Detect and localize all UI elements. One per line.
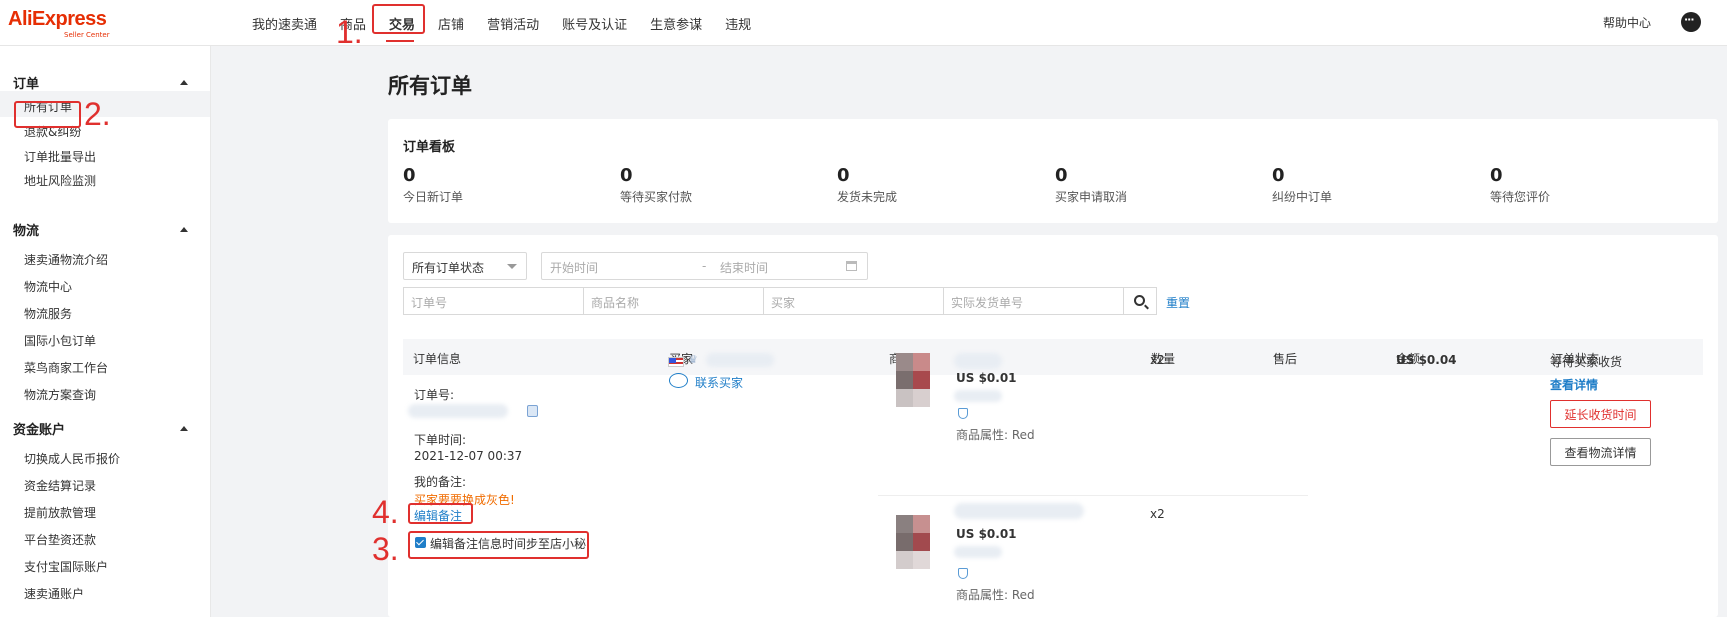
reset-link[interactable]: 重置: [1166, 294, 1190, 311]
sidebar-group-funds[interactable]: 资金账户: [13, 419, 65, 438]
tracking-no-input[interactable]: 实际发货单号: [943, 287, 1124, 315]
annotation-box-edit-note: [408, 503, 473, 524]
order-time-label: 下单时间:: [414, 433, 467, 447]
sidebar-item-batch-export[interactable]: 订单批量导出: [24, 148, 96, 165]
crown-icon: ♛: [688, 353, 698, 366]
nav-my-aliexpress[interactable]: 我的速卖通: [252, 14, 317, 33]
start-date[interactable]: 开始时间: [550, 259, 598, 276]
sidebar-item-address-risk[interactable]: 地址风险监测: [24, 172, 96, 189]
calendar-icon: [846, 261, 857, 271]
order-board-title: 订单看板: [403, 140, 456, 155]
sidebar-item-settlement[interactable]: 资金结算记录: [24, 477, 96, 494]
product-attr: 商品属性: Red: [956, 428, 1035, 442]
item-divider: [878, 495, 1308, 496]
col-order-info: 订单信息: [413, 352, 462, 366]
annotation-box-trade: [372, 4, 425, 34]
product-sub-redacted: [954, 546, 1002, 558]
chat-icon[interactable]: [669, 373, 688, 388]
table-header: 订单信息 买家 商品 数量 售后 金额 订单状态: [403, 339, 1703, 375]
orders-panel: 所有订单状态 开始时间 - 结束时间 订单号 商品名称 买家 实际发货单号 重置…: [388, 235, 1718, 617]
stat-today-new[interactable]: 0 今日新订单: [403, 165, 463, 205]
order-no-label: 订单号:: [414, 388, 455, 402]
product-qty: x2: [1150, 507, 1165, 521]
stat-unshipped[interactable]: 0 发货未完成: [837, 165, 897, 205]
nav-store[interactable]: 店铺: [438, 14, 464, 33]
annotation-number-4: 4.: [372, 494, 399, 530]
nav-account[interactable]: 账号及认证: [562, 14, 627, 33]
stat-disputes[interactable]: 0 纠纷中订单: [1272, 165, 1332, 205]
collapse-caret-icon[interactable]: [180, 227, 188, 232]
page-title: 所有订单: [388, 74, 472, 98]
product-title-redacted: [954, 503, 1084, 519]
stat-await-payment[interactable]: 0 等待买家付款: [620, 165, 692, 205]
chevron-down-icon: [507, 264, 517, 269]
stat-await-review[interactable]: 0 等待您评价: [1490, 165, 1550, 205]
top-navbar: AliExpress Seller Center 我的速卖通 商品 交易 店铺 …: [0, 0, 1727, 46]
nav-violations[interactable]: 违规: [725, 14, 751, 33]
sidebar-item-early-release[interactable]: 提前放款管理: [24, 504, 96, 521]
order-amount: US $0.04: [1396, 353, 1457, 367]
aliexpress-logo[interactable]: AliExpress Seller Center: [8, 8, 110, 39]
search-row: 订单号 商品名称 买家 实际发货单号: [403, 287, 1157, 315]
product-title-redacted: [954, 353, 1002, 369]
order-time: 2021-12-07 00:37: [414, 449, 523, 463]
sidebar-item-intl-parcel[interactable]: 国际小包订单: [24, 332, 96, 349]
view-detail-link[interactable]: 查看详情: [1550, 376, 1598, 393]
product-thumbnail[interactable]: [896, 353, 930, 407]
annotation-number-2: 2.: [84, 96, 111, 132]
view-logistics-button[interactable]: 查看物流详情: [1550, 438, 1651, 466]
sidebar-group-logistics[interactable]: 物流: [13, 220, 39, 239]
col-after-sales: 售后: [1273, 352, 1298, 366]
sidebar-item-logistics-intro[interactable]: 速卖通物流介绍: [24, 251, 108, 268]
copy-icon[interactable]: [527, 405, 538, 417]
order-no-input[interactable]: 订单号: [403, 287, 584, 315]
buyer-name-redacted: [706, 353, 774, 367]
search-button[interactable]: [1123, 287, 1157, 315]
sidebar-item-rmb-quote[interactable]: 切换成人民币报价: [24, 450, 120, 467]
collapse-caret-icon[interactable]: [180, 80, 188, 85]
annotation-box-all-orders: [14, 101, 81, 128]
annotation-box-sync-checkbox: [408, 531, 589, 559]
sidebar-group-orders[interactable]: 订单: [13, 73, 39, 92]
sidebar-item-logistics-service[interactable]: 物流服务: [24, 305, 72, 322]
order-status-select[interactable]: 所有订单状态: [403, 252, 527, 280]
contact-buyer-link[interactable]: 联系买家: [695, 374, 743, 391]
end-date[interactable]: 结束时间: [720, 259, 768, 276]
sidebar-item-logistics-center[interactable]: 物流中心: [24, 278, 72, 295]
nav-business-advisor[interactable]: 生意参谋: [650, 14, 702, 33]
order-no-redacted: [408, 404, 508, 418]
search-icon: [1134, 295, 1145, 306]
shield-icon: [958, 568, 968, 579]
stat-cancel-request[interactable]: 0 买家申请取消: [1055, 165, 1127, 205]
extend-receipt-button[interactable]: 延长收货时间: [1550, 400, 1651, 428]
shield-icon: [958, 408, 968, 419]
annotation-underline: [386, 40, 414, 42]
product-price: US $0.01: [956, 527, 1017, 541]
help-center-link[interactable]: 帮助中心: [1603, 14, 1651, 31]
product-name-input[interactable]: 商品名称: [583, 287, 764, 315]
order-board: 订单看板 0 今日新订单 0 等待买家付款 0 发货未完成 0 买家申请取消 0 纠纷中订…: [388, 119, 1718, 223]
product-qty: x2: [1150, 353, 1165, 367]
product-price: US $0.01: [956, 371, 1017, 385]
note-label: 我的备注:: [414, 475, 467, 489]
collapse-caret-icon[interactable]: [180, 426, 188, 431]
nav-marketing[interactable]: 营销活动: [487, 14, 539, 33]
sidebar-item-alipay[interactable]: 支付宝国际账户: [24, 558, 108, 575]
order-status: 等待买家收货: [1550, 355, 1623, 369]
sidebar-item-cainiao[interactable]: 菜鸟商家工作台: [24, 359, 108, 376]
product-attr: 商品属性: Red: [956, 588, 1035, 602]
annotation-number-1: 1.: [336, 14, 363, 50]
us-flag-icon: [668, 357, 684, 367]
date-range-picker[interactable]: 开始时间 - 结束时间: [541, 252, 868, 280]
sidebar-item-repayment[interactable]: 平台垫资还款: [24, 531, 96, 548]
product-thumbnail[interactable]: [896, 515, 930, 569]
sidebar-item-logistics-plan[interactable]: 物流方案查询: [24, 386, 96, 403]
buyer-input[interactable]: 买家: [763, 287, 944, 315]
sidebar-item-aliexpress-account[interactable]: 速卖通账户: [24, 585, 84, 602]
main-nav: 我的速卖通 商品 交易 店铺 营销活动 账号及认证 生意参谋 违规: [252, 0, 774, 46]
annotation-number-3: 3.: [372, 531, 399, 567]
product-sub-redacted: [954, 390, 1002, 402]
message-icon[interactable]: [1681, 12, 1701, 32]
